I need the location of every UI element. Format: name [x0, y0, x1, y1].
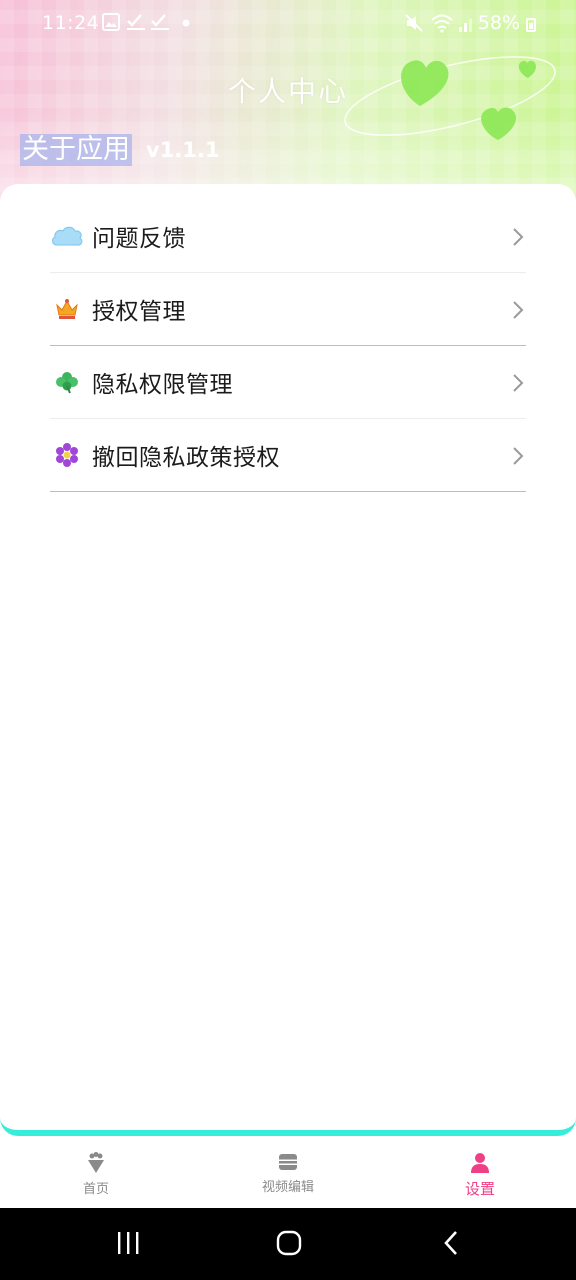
status-time: 11:24 [42, 12, 100, 34]
flower-icon [50, 438, 84, 472]
image-notification-icon [102, 13, 120, 31]
cloud-icon [50, 219, 84, 253]
tab-label: 首页 [82, 1182, 109, 1197]
about-app-row[interactable]: 关于应用 v1.1.1 [20, 132, 219, 168]
bottom-tab-bar: 首页 视频编辑 设置 [0, 1136, 576, 1208]
back-icon[interactable] [442, 1230, 460, 1256]
menu-item-authorization[interactable]: 授权管理 [50, 273, 526, 346]
status-bar: 11:24 58% [0, 0, 576, 46]
tab-settings[interactable]: 设置 [384, 1136, 576, 1208]
chevron-right-icon [513, 228, 524, 246]
menu-item-label: 问题反馈 [92, 226, 186, 252]
menu-item-feedback[interactable]: 问题反馈 [50, 200, 526, 273]
mute-icon [405, 14, 423, 32]
check-notification-icon-2 [151, 14, 169, 30]
battery-icon [526, 18, 536, 32]
chevron-right-icon [513, 301, 524, 319]
menu-item-revoke-privacy[interactable]: 撤回隐私政策授权 [50, 419, 526, 492]
crown-icon [50, 292, 84, 326]
signal-icon [459, 19, 472, 32]
battery-percent: 58% [477, 12, 520, 34]
recent-apps-icon[interactable] [116, 1230, 140, 1256]
menu-item-label: 授权管理 [92, 299, 186, 325]
wifi-icon [431, 14, 453, 33]
home-button-icon[interactable] [276, 1230, 302, 1256]
chevron-right-icon [513, 447, 524, 465]
tab-video-edit[interactable]: 视频编辑 [192, 1136, 384, 1208]
menu-list: 问题反馈 授权管理 隐私权限管理 撤回隐私政策授权 [50, 200, 526, 492]
menu-item-privacy-permissions[interactable]: 隐私权限管理 [50, 346, 526, 419]
page-title: 个人中心 [227, 75, 348, 108]
user-icon [471, 1153, 489, 1173]
film-icon [279, 1154, 297, 1170]
about-app-label[interactable]: 关于应用 [20, 134, 132, 166]
menu-item-label: 隐私权限管理 [92, 372, 233, 398]
clover-icon [50, 365, 84, 399]
home-icon [88, 1152, 104, 1173]
system-nav-bar [0, 1208, 576, 1280]
tab-home[interactable]: 首页 [0, 1136, 192, 1208]
dot-icon [182, 19, 190, 27]
menu-item-label: 撤回隐私政策授权 [92, 445, 280, 471]
app-version: v1.1.1 [146, 138, 220, 162]
chevron-right-icon [513, 374, 524, 392]
settings-card: 问题反馈 授权管理 隐私权限管理 撤回隐私政策授权 [0, 184, 576, 1136]
tab-label: 设置 [464, 1180, 495, 1198]
tab-label: 视频编辑 [261, 1180, 314, 1195]
check-notification-icon [127, 14, 145, 30]
